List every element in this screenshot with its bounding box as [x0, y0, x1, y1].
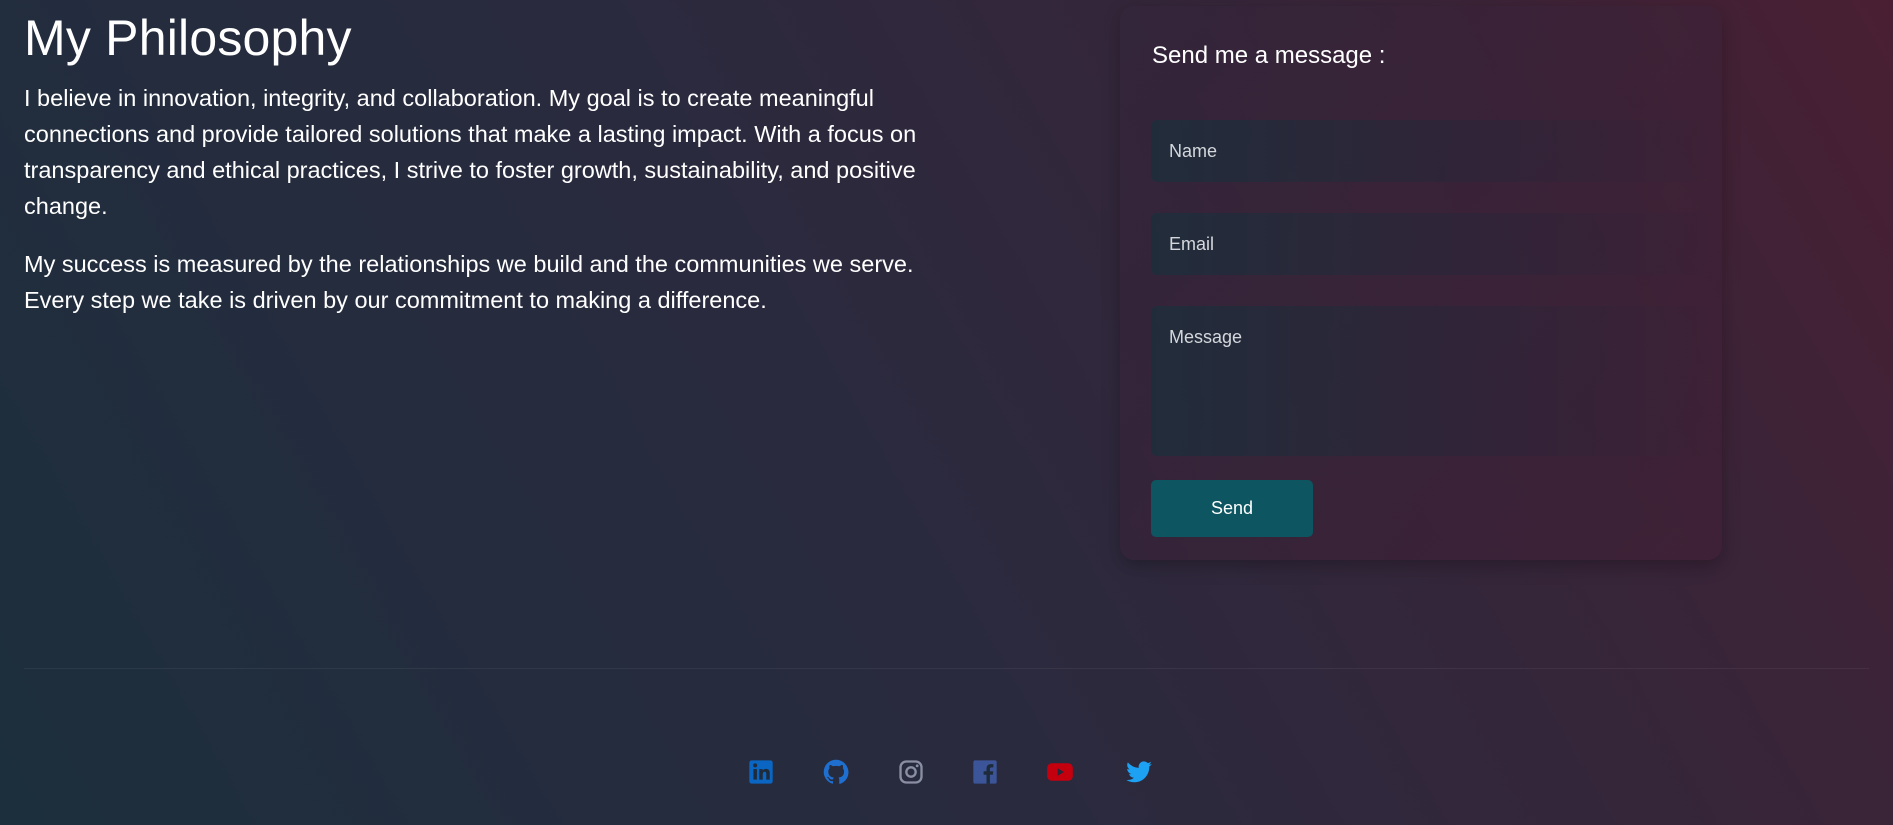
instagram-link[interactable]: [897, 758, 925, 786]
youtube-icon: [1047, 763, 1073, 781]
youtube-link[interactable]: [1046, 758, 1074, 786]
linkedin-link[interactable]: [747, 758, 775, 786]
footer-divider: [24, 668, 1869, 669]
contact-title: Send me a message :: [1152, 42, 1386, 69]
page-title: My Philosophy: [24, 10, 352, 66]
name-field[interactable]: [1151, 120, 1721, 182]
twitter-link[interactable]: [1125, 758, 1153, 786]
github-icon: [823, 759, 849, 784]
contact-form: Send me a message : Send: [1120, 6, 1722, 560]
github-link[interactable]: [822, 758, 850, 786]
philosophy-paragraph-1: I believe in innovation, integrity, and …: [24, 85, 917, 219]
philosophy-paragraph-2: My success is measured by the relationsh…: [24, 251, 914, 313]
instagram-icon: [899, 760, 923, 784]
social-links: [0, 758, 1893, 786]
philosophy-section: My Philosophy I believe in innovation, i…: [24, 8, 924, 340]
linkedin-icon: [749, 760, 773, 784]
facebook-icon: [973, 760, 997, 784]
send-button[interactable]: Send: [1151, 480, 1313, 537]
message-field[interactable]: [1151, 306, 1721, 456]
twitter-icon: [1126, 761, 1152, 783]
email-field[interactable]: [1151, 213, 1721, 275]
facebook-link[interactable]: [971, 758, 999, 786]
